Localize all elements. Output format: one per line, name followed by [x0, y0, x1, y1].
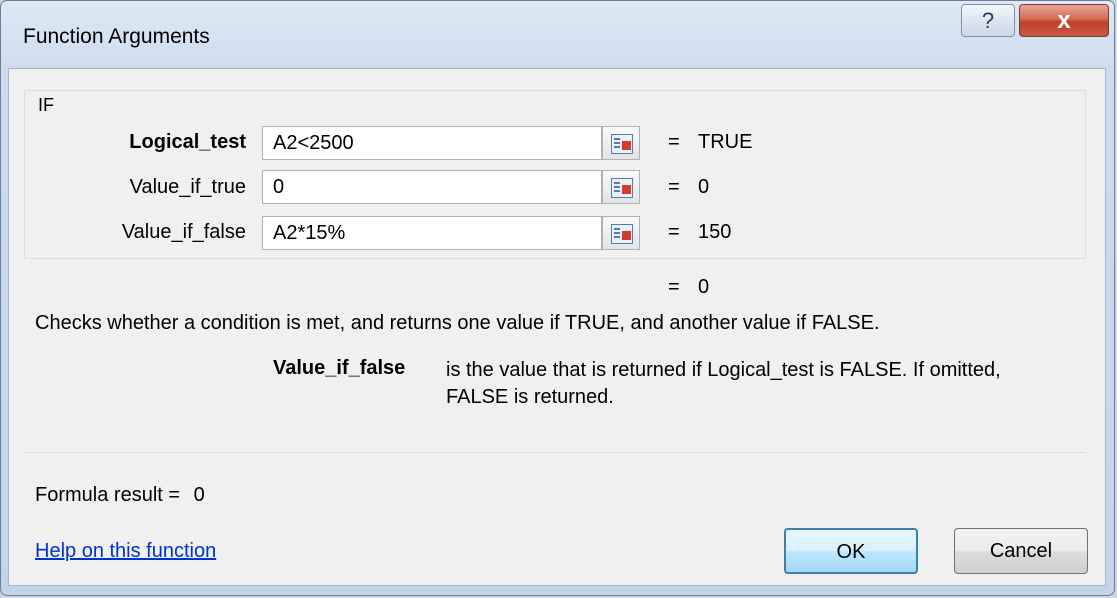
title-bar[interactable]: Function Arguments ? x [1, 1, 1114, 71]
arg-result: TRUE [698, 131, 753, 153]
equals-sign: = [668, 221, 680, 243]
equals-sign: = [668, 276, 680, 298]
argument-help-text: is the value that is returned if Logical… [446, 359, 1001, 408]
range-select-icon [611, 224, 633, 244]
equals-sign: = [668, 176, 680, 198]
arg-result: 150 [698, 221, 732, 243]
dialog-title: Function Arguments [23, 25, 210, 48]
collapse-dialog-button[interactable] [602, 216, 640, 250]
help-on-function-link[interactable]: Help on this function [35, 540, 216, 563]
cancel-button[interactable]: Cancel [954, 528, 1088, 574]
arg-label-value-if-false: Value_if_false [121, 221, 246, 243]
value-if-false-input[interactable]: A2*15% [262, 216, 602, 250]
divider [24, 452, 1086, 453]
collapse-dialog-button[interactable] [602, 170, 640, 204]
function-result: 0 [698, 276, 710, 298]
arg-label-logical-test: Logical_test [129, 131, 246, 153]
range-select-icon [611, 134, 633, 154]
arg-label-value-if-true: Value_if_true [129, 176, 246, 198]
formula-result-label: Formula result = [35, 484, 181, 506]
range-select-icon [611, 178, 633, 198]
function-description: Checks whether a condition is met, and r… [35, 312, 880, 334]
ok-button[interactable]: OK [784, 528, 918, 574]
argument-help-name: Value_if_false [273, 357, 406, 379]
formula-result: Formula result = 0 [35, 484, 205, 507]
collapse-dialog-button[interactable] [602, 126, 640, 160]
arg-result: 0 [698, 176, 710, 198]
help-icon[interactable]: ? [961, 4, 1015, 37]
logical-test-input[interactable]: A2<2500 [262, 126, 602, 160]
function-name: IF [38, 95, 54, 115]
close-icon[interactable]: x [1019, 4, 1109, 37]
equals-sign: = [668, 131, 680, 153]
value-if-true-input[interactable]: 0 [262, 170, 602, 204]
formula-result-value: 0 [193, 484, 205, 506]
